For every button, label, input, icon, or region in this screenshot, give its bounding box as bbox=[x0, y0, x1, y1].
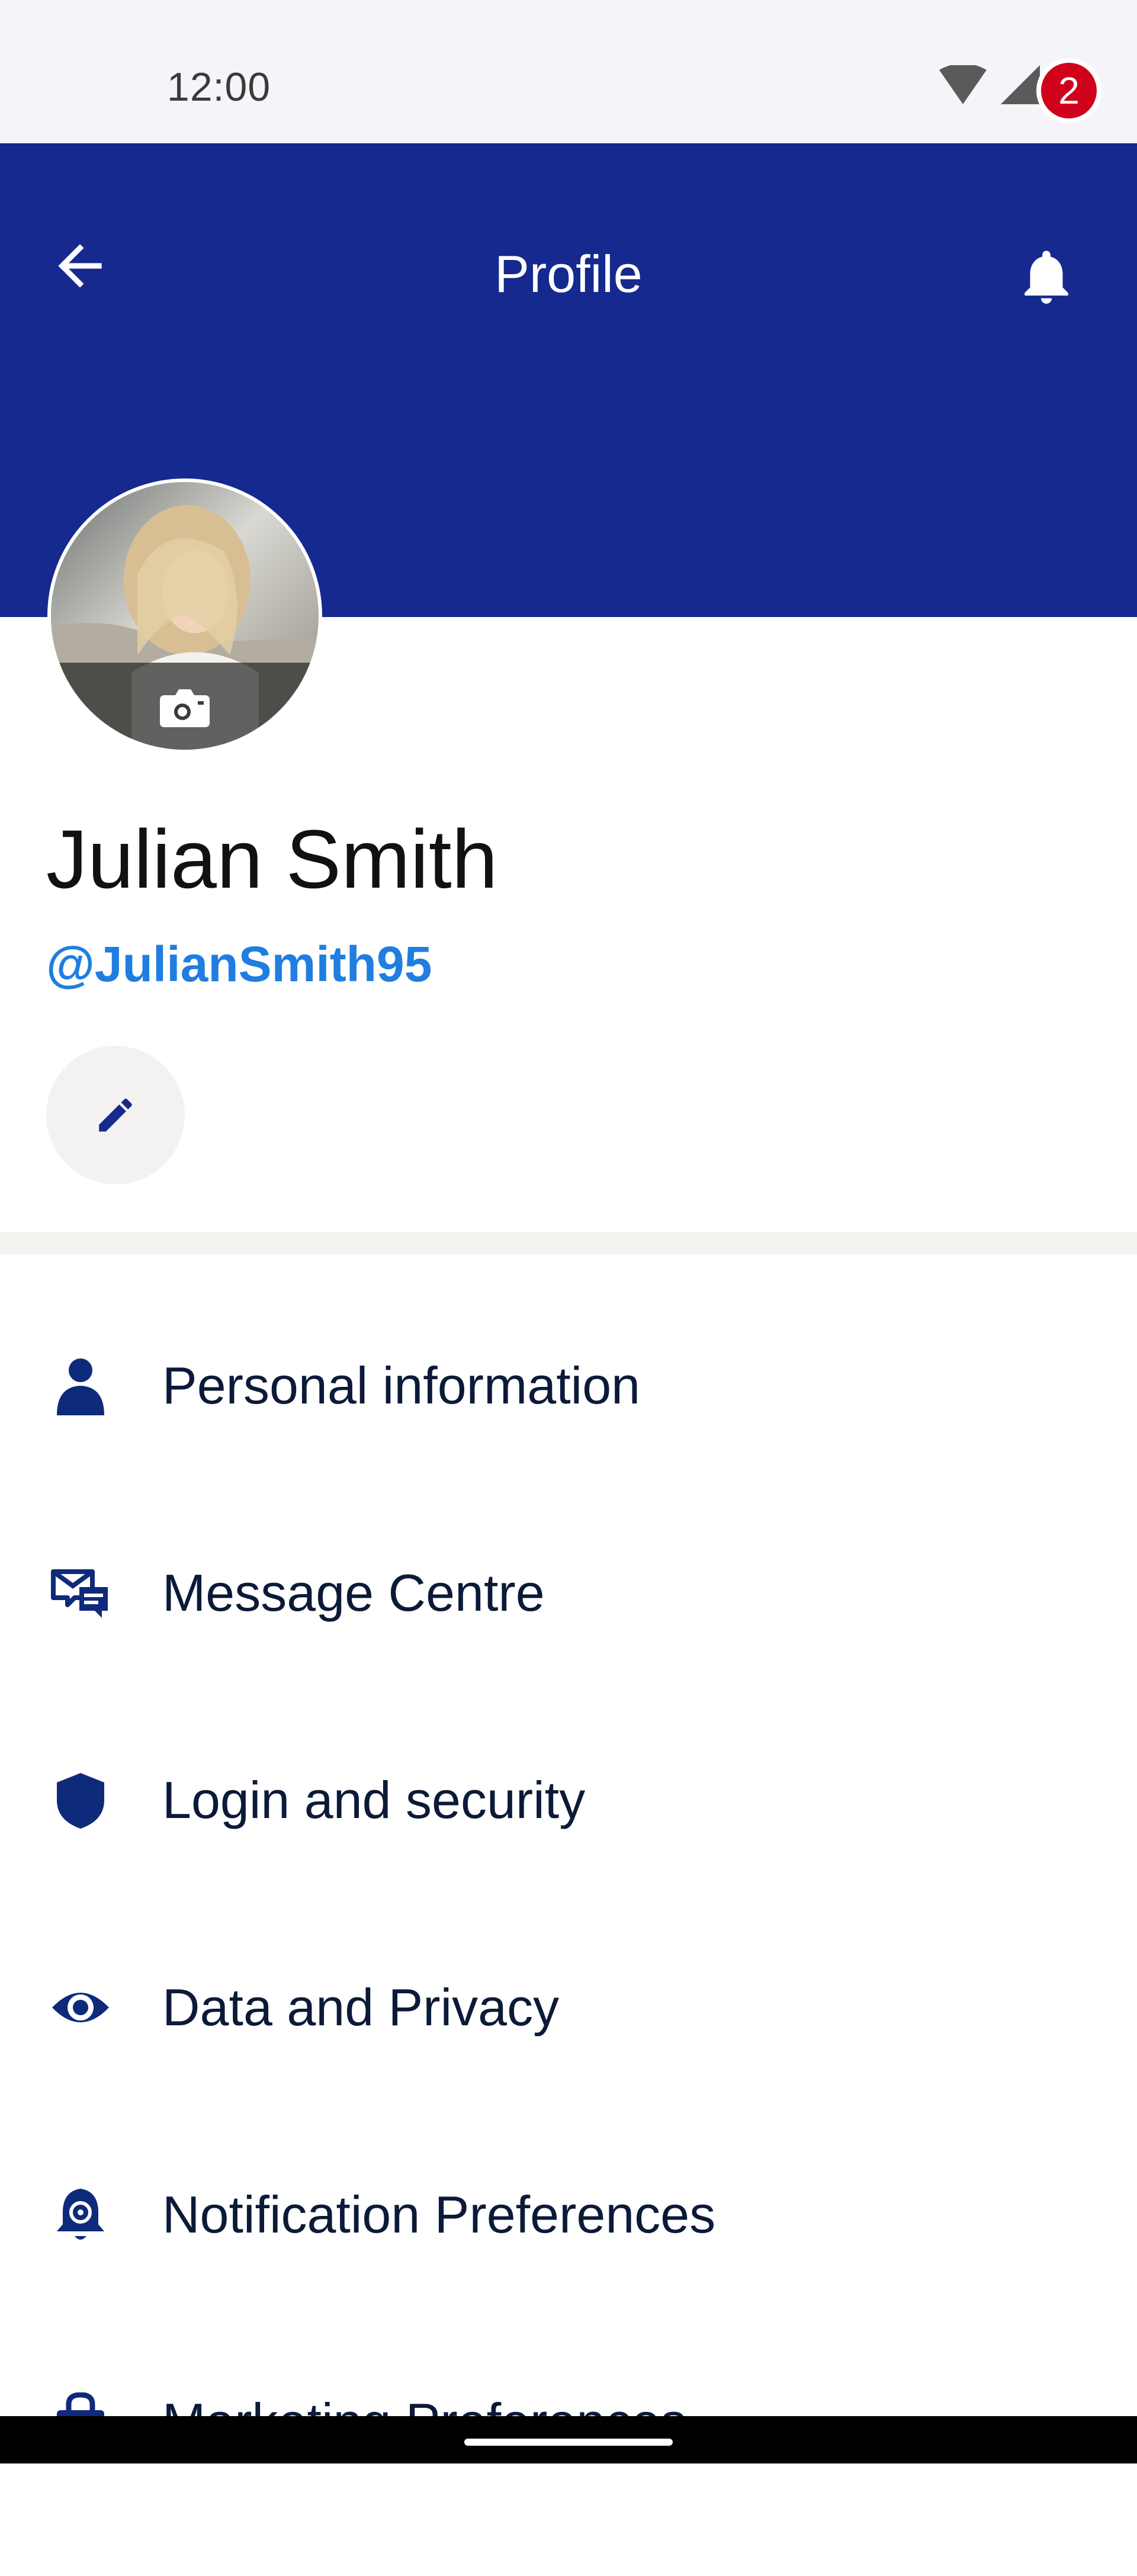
system-nav-bar bbox=[0, 2416, 1137, 2463]
signal-icon bbox=[1001, 65, 1040, 104]
home-handle[interactable] bbox=[464, 2439, 673, 2446]
pencil-icon bbox=[99, 1099, 132, 1132]
status-time: 12:00 bbox=[167, 65, 271, 110]
menu-label: Message Centre bbox=[162, 1563, 545, 1622]
person-icon bbox=[57, 1358, 104, 1415]
menu-item-notification-preferences[interactable]: Notification Preferences bbox=[0, 2161, 1137, 2369]
eye-icon bbox=[52, 1993, 109, 2022]
menu-item-marketing-preferences[interactable]: Marketing Preferences bbox=[0, 2369, 1137, 2576]
shield-icon bbox=[57, 1773, 104, 1829]
menu-label: Notification Preferences bbox=[162, 2185, 716, 2244]
menu-label: Personal information bbox=[162, 1356, 641, 1415]
user-name: Julian Smith bbox=[46, 812, 498, 905]
status-bar: 12:00 bbox=[0, 0, 1137, 143]
avatar[interactable] bbox=[47, 478, 322, 753]
notifications-button[interactable] bbox=[1014, 244, 1079, 309]
edit-profile-button[interactable] bbox=[46, 1046, 185, 1184]
camera-icon[interactable] bbox=[160, 687, 210, 727]
notification-badge: 2 bbox=[1036, 58, 1101, 123]
bell-gear-icon bbox=[57, 2189, 104, 2240]
section-divider bbox=[0, 1232, 1137, 1254]
message-icon bbox=[51, 1569, 108, 1618]
bell-icon bbox=[1024, 250, 1068, 304]
wifi-icon bbox=[939, 65, 987, 104]
menu-label: Data and Privacy bbox=[162, 1978, 560, 2037]
menu-item-message-centre[interactable]: Message Centre bbox=[0, 1540, 1137, 1747]
menu-item-personal-information[interactable]: Personal information bbox=[0, 1332, 1137, 1540]
menu-label: Login and security bbox=[162, 1771, 586, 1829]
menu-item-data-and-privacy[interactable]: Data and Privacy bbox=[0, 1954, 1137, 2161]
menu-item-login-and-security[interactable]: Login and security bbox=[0, 1747, 1137, 1954]
user-handle: @JulianSmith95 bbox=[46, 936, 432, 992]
page-title: Profile bbox=[494, 245, 643, 303]
